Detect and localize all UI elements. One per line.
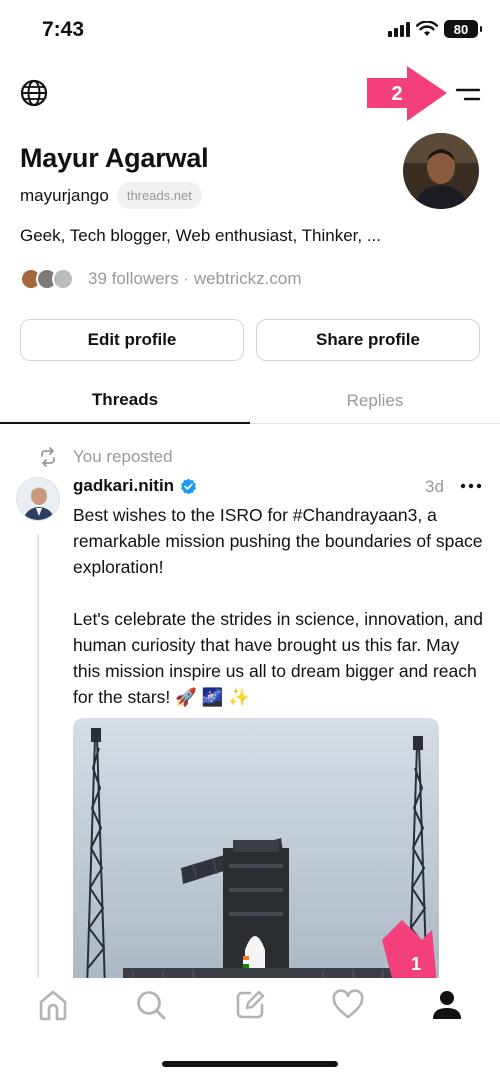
post-author-name[interactable]: gadkari.nitin — [73, 476, 174, 496]
profile-tabs: Threads Replies — [0, 378, 500, 424]
post-time: 3d — [425, 477, 444, 496]
username-row: mayurjango threads.net — [20, 182, 202, 209]
search-icon[interactable] — [134, 988, 168, 1022]
more-options-icon[interactable] — [460, 478, 482, 494]
post-author-avatar[interactable] — [16, 477, 60, 521]
repost-label: You reposted — [73, 447, 173, 466]
verified-badge-icon — [181, 478, 197, 494]
tab-replies[interactable]: Replies — [250, 378, 500, 424]
follower-avatar — [52, 268, 74, 290]
compose-icon[interactable] — [233, 988, 267, 1022]
status-bar: 7:43 80 — [0, 0, 500, 60]
profile-icon[interactable] — [430, 988, 464, 1022]
status-time: 7:43 — [42, 18, 85, 41]
battery-icon: 80 — [444, 20, 482, 38]
heart-icon[interactable] — [331, 988, 365, 1022]
post-author[interactable]: gadkari.nitin — [73, 476, 197, 496]
annotation-arrow-2: 2 — [367, 66, 447, 121]
edit-profile-button[interactable]: Edit profile — [20, 319, 244, 361]
repost-icon — [41, 447, 55, 467]
profile-name: Mayur Agarwal — [20, 143, 209, 173]
share-profile-button[interactable]: Share profile — [256, 319, 480, 361]
follower-avatars — [20, 268, 78, 290]
profile-avatar[interactable] — [403, 133, 479, 209]
tab-threads[interactable]: Threads — [0, 378, 250, 424]
domain-chip[interactable]: threads.net — [116, 182, 202, 209]
post-paragraph: Best wishes to the ISRO for #Chandrayaan… — [73, 505, 483, 577]
globe-icon[interactable] — [20, 79, 48, 107]
post-text: Best wishes to the ISRO for #Chandrayaan… — [73, 502, 485, 710]
signal-icon — [388, 21, 410, 37]
repost-row: You reposted — [38, 447, 173, 467]
annotation-label-2: 2 — [391, 83, 402, 105]
status-icons: 80 — [388, 20, 482, 38]
followers-row[interactable]: 39 followers · webtrickz.com — [20, 268, 302, 290]
thread-line — [37, 534, 39, 978]
profile-username: mayurjango — [20, 185, 109, 205]
home-indicator — [162, 1061, 338, 1067]
followers-text[interactable]: 39 followers · webtrickz.com — [88, 269, 302, 289]
post-paragraph: Let's celebrate the strides in science, … — [73, 609, 483, 707]
profile-bio: Geek, Tech blogger, Web enthusiast, Thin… — [20, 226, 381, 245]
home-icon[interactable] — [36, 988, 70, 1022]
wifi-icon — [416, 21, 438, 36]
annotation-label-1: 1 — [411, 954, 421, 974]
menu-icon[interactable] — [455, 84, 481, 104]
